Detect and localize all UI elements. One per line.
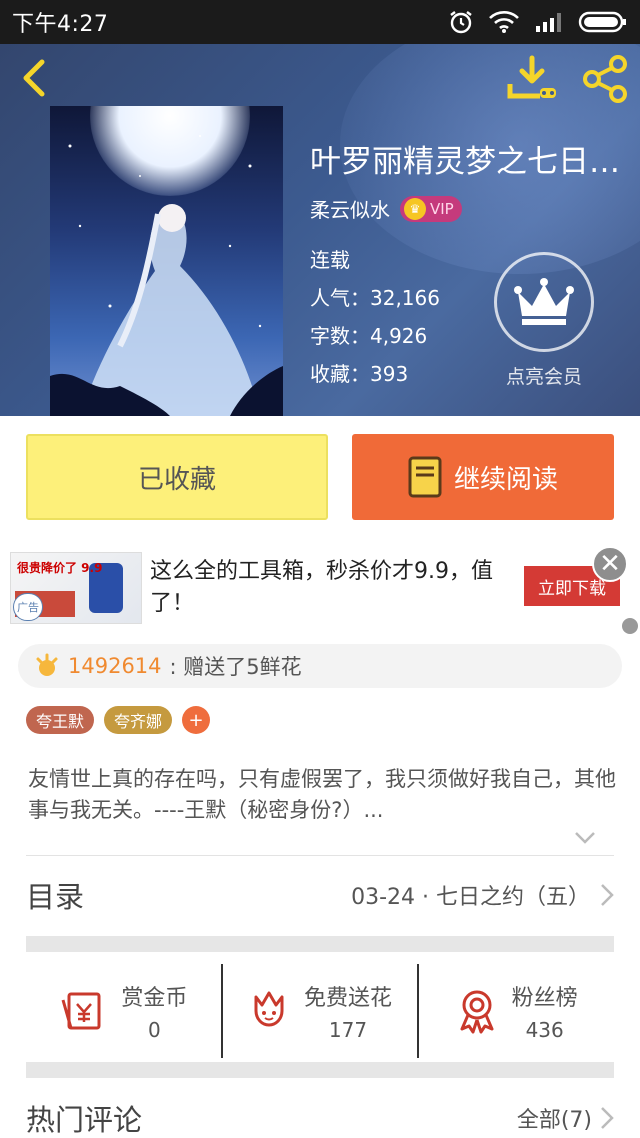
chevron-right-icon — [601, 884, 614, 906]
hot-comments-header[interactable]: 热门评论 全部(7) — [26, 1096, 614, 1138]
vip-label: VIP — [430, 199, 454, 218]
ad-close-icon[interactable]: ✕ — [592, 546, 628, 582]
gift-notice: 1492614 : 赠送了5鲜花 — [18, 644, 622, 688]
stats-row: 赏金币 0 免费送花 177 粉丝榜 436 — [26, 964, 614, 1058]
ad-image: 很贵降价了 9.9 广告 — [10, 552, 142, 624]
member-ring — [494, 252, 594, 352]
book-popularity: 人气：32,166 — [310, 286, 440, 310]
add-tag-button[interactable]: + — [182, 706, 211, 734]
book-title: 叶罗丽精灵梦之七日… — [310, 144, 620, 180]
ad-text: 这么全的工具箱，秒杀价才9.9，值了！ — [150, 559, 493, 616]
book-favorites: 收藏：393 — [310, 362, 409, 386]
crown-icon: ♛ — [404, 197, 426, 220]
flower-icon — [254, 991, 284, 1027]
author-row: 柔云似水 ♛ VIP — [310, 194, 462, 223]
book-word-count: 字数：4,926 — [310, 324, 428, 348]
alarm-icon — [450, 11, 472, 34]
member-label: 点亮会员 — [505, 366, 582, 388]
tag-item[interactable]: 夸齐娜 — [104, 706, 173, 734]
action-bar: 已收藏 继续阅读 — [0, 416, 640, 540]
tag-item[interactable]: 夸王默 — [26, 706, 95, 734]
collected-label: 已收藏 — [137, 464, 216, 495]
book-details: 1492614 : 赠送了5鲜花 夸王默 夸齐娜 + 友情世上真的存在吗，只有虚… — [0, 634, 640, 1138]
free-flowers[interactable]: 免费送花 177 — [220, 964, 418, 1058]
chevron-right-icon — [601, 1107, 614, 1129]
book-intro: 友情世上真的存在吗，只有虚假罢了，我只须做好我自己，其他事与我无关。----王默… — [28, 767, 616, 822]
flower-value: 177 — [328, 1018, 368, 1042]
toc-label: 目录 — [26, 880, 85, 914]
table-of-contents[interactable]: 目录 03-24 · 七日之约（五） — [26, 856, 614, 934]
ad-info-icon[interactable] — [622, 618, 638, 634]
continue-reading-button[interactable]: 继续阅读 — [352, 434, 614, 520]
crown-icon — [514, 278, 574, 325]
book-status: 连载 — [310, 248, 350, 272]
collected-button[interactable]: 已收藏 — [26, 434, 328, 520]
all-comments-link[interactable]: 全部(7) — [517, 1102, 592, 1134]
chevron-down-icon[interactable] — [574, 830, 596, 846]
book-header: 叶罗丽精灵梦之七日… 柔云似水 ♛ VIP 连载 人气：32,166 字数：4,… — [0, 44, 640, 416]
section-divider — [26, 936, 614, 952]
fans-label: 粉丝榜 — [511, 986, 578, 1011]
book-cover[interactable] — [50, 106, 283, 416]
gift-message: : 赠送了5鲜花 — [169, 655, 302, 679]
ad-tag: 广告 — [13, 593, 43, 621]
fans-value: 436 — [525, 1018, 564, 1042]
reward-coins[interactable]: 赏金币 0 — [26, 964, 221, 1058]
member-button[interactable]: 点亮会员 — [492, 252, 596, 389]
signal-icon — [536, 13, 561, 32]
battery-icon — [578, 11, 626, 33]
ad-banner[interactable]: 很贵降价了 9.9 广告 这么全的工具箱，秒杀价才9.9，值了！ 立即下载 ✕ — [0, 540, 640, 634]
section-divider — [26, 1062, 614, 1078]
status-bar: 下午4:27 — [0, 0, 640, 44]
gift-user-id[interactable]: 1492614 — [68, 654, 162, 678]
red-envelope-icon — [61, 992, 101, 1030]
flower-label: 免费送花 — [304, 986, 393, 1011]
medal-icon — [460, 990, 494, 1034]
latest-chapter: 03-24 · 七日之约（五） — [351, 885, 590, 910]
vip-badge: ♛ VIP — [400, 195, 462, 222]
fans-ranking[interactable]: 粉丝榜 436 — [417, 964, 614, 1058]
status-icons — [448, 9, 628, 35]
tag-list: 夸王默 夸齐娜 + — [26, 706, 211, 734]
continue-reading-label: 继续阅读 — [453, 464, 558, 495]
reward-label: 赏金币 — [121, 986, 188, 1011]
flower-notice-icon — [36, 653, 58, 676]
download-icon[interactable] — [506, 54, 558, 102]
cover-figure — [50, 135, 283, 416]
back-icon[interactable] — [14, 58, 54, 98]
share-icon[interactable] — [580, 54, 630, 104]
book-icon — [408, 456, 442, 498]
author-name[interactable]: 柔云似水 — [310, 194, 390, 223]
wifi-icon — [489, 11, 519, 33]
hot-comments-label: 热门评论 — [26, 1103, 143, 1137]
status-time: 下午4:27 — [12, 12, 109, 37]
ad-image-price: 很贵降价了 9.9 — [17, 561, 103, 575]
reward-value: 0 — [147, 1018, 161, 1042]
